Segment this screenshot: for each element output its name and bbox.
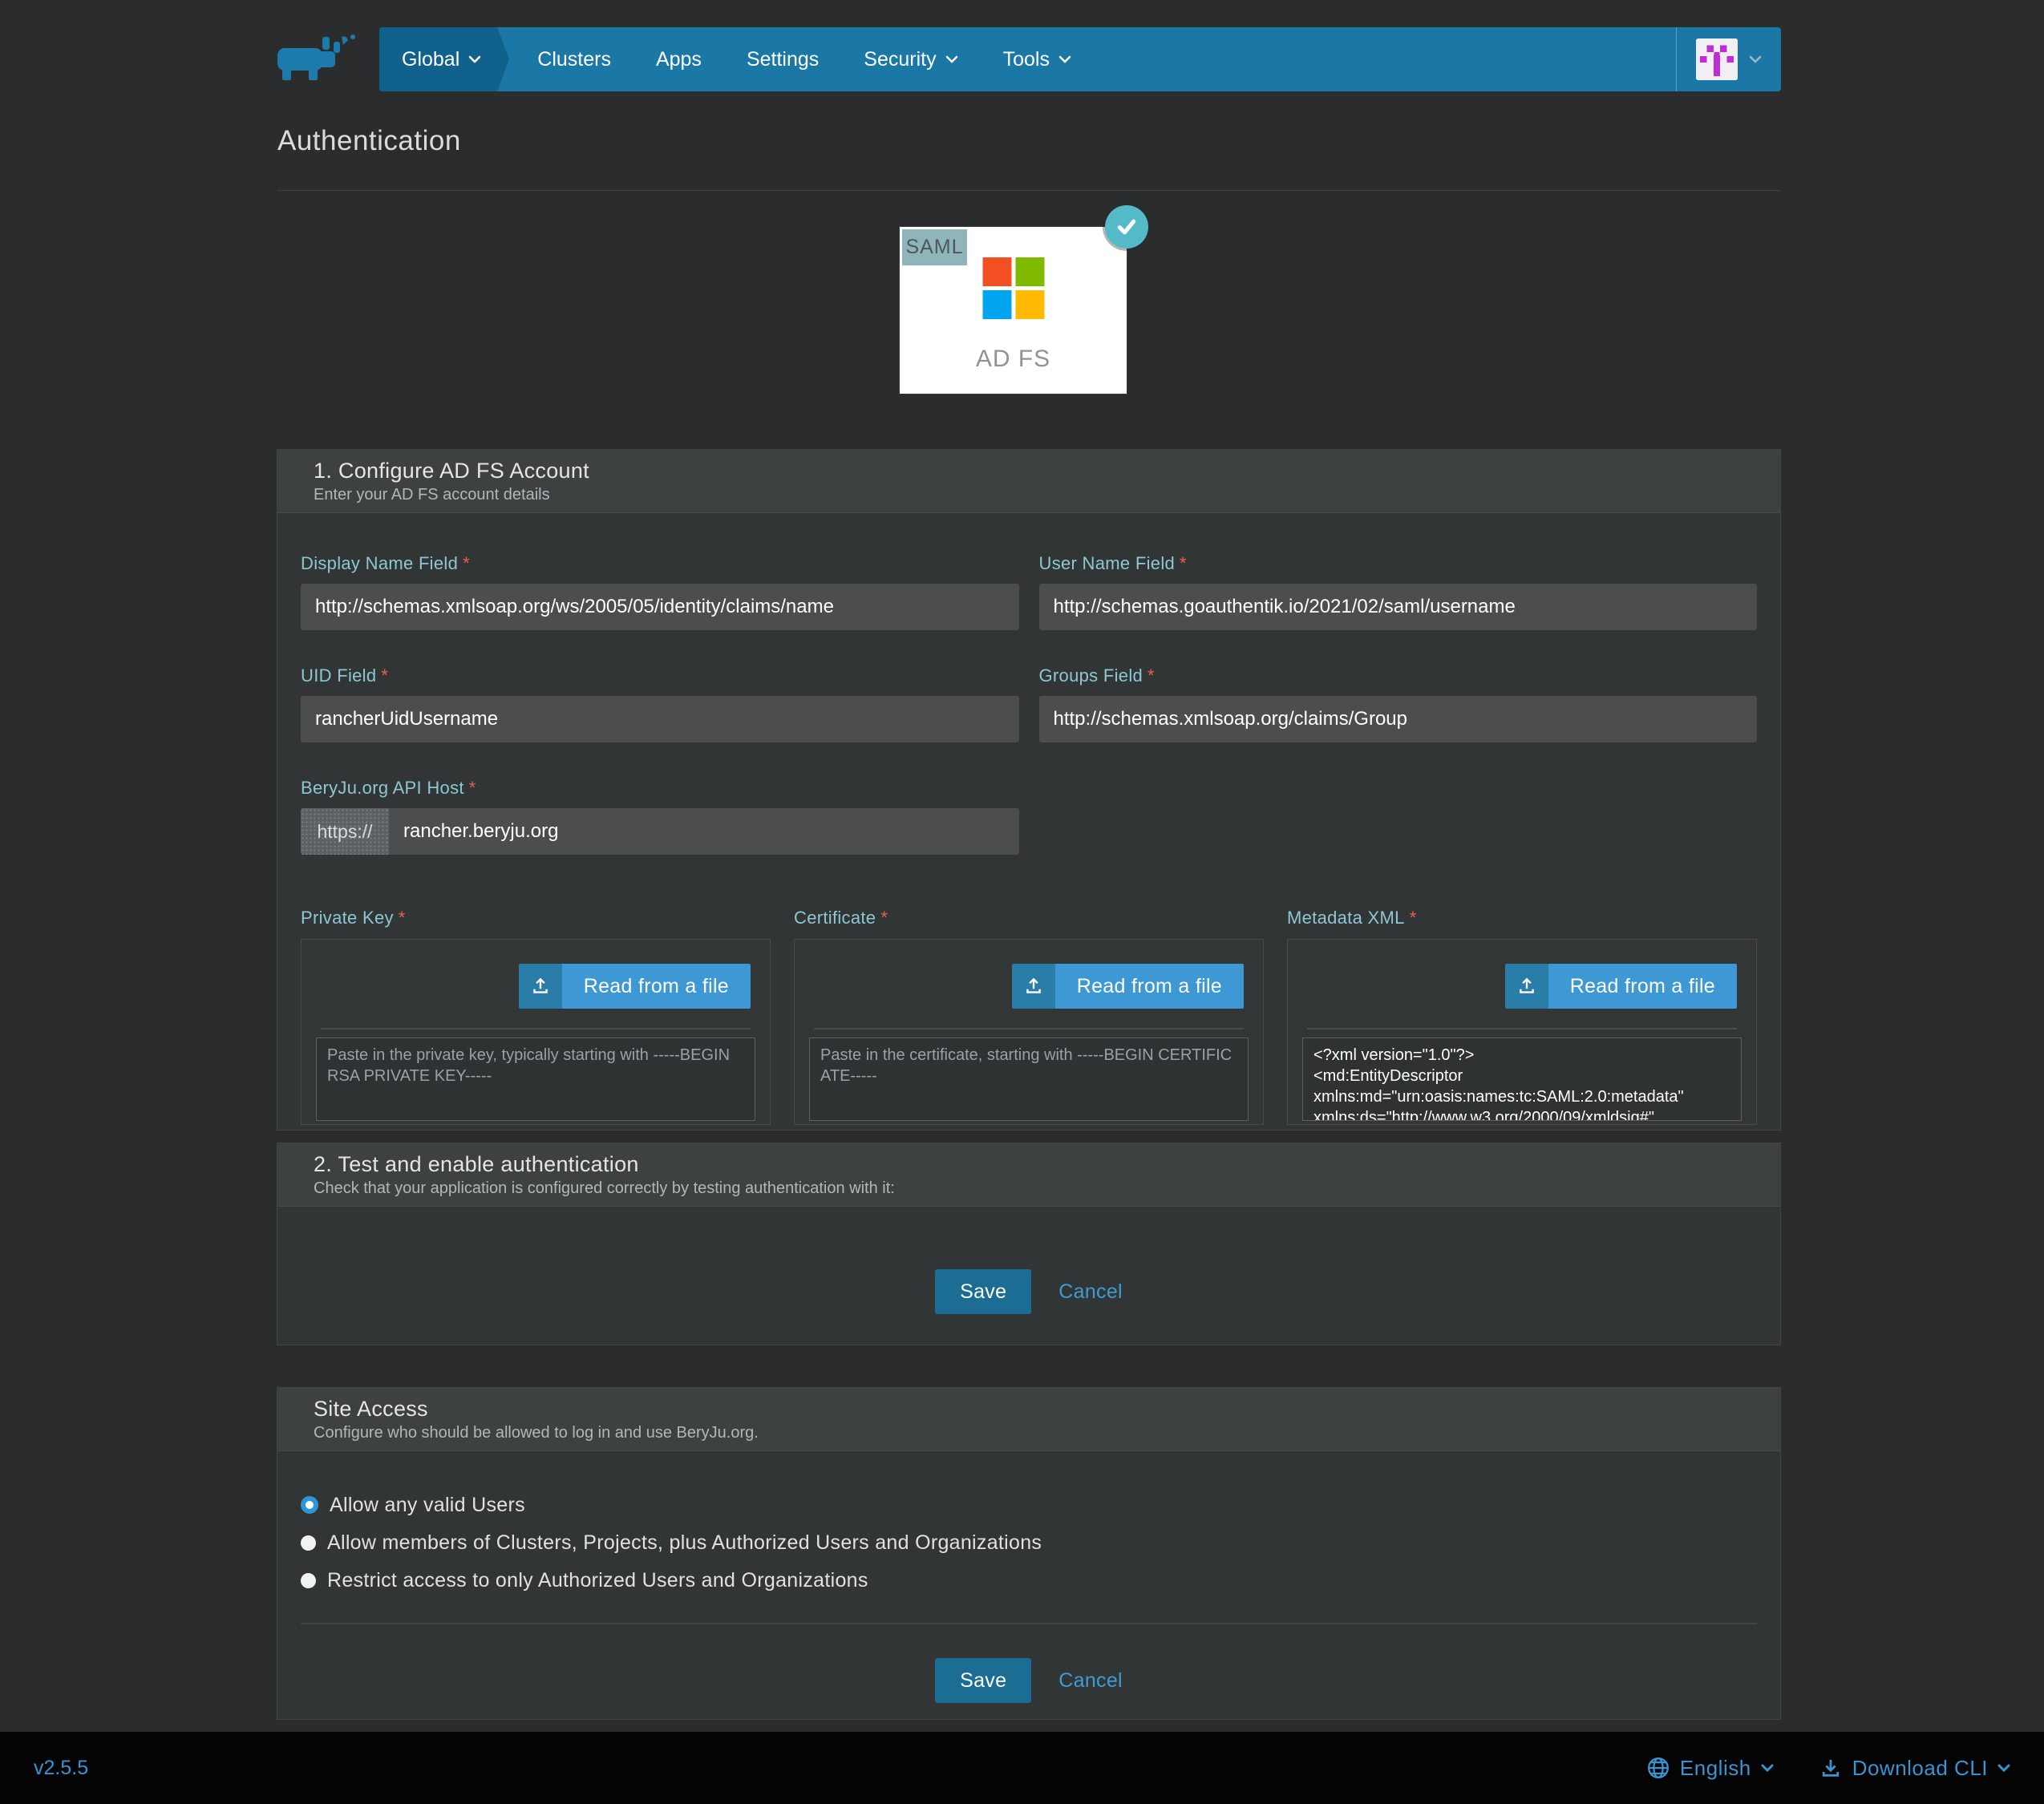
section-subtitle: Configure who should be allowed to log i… xyxy=(314,1424,1744,1442)
nav-item-tools[interactable]: Tools xyxy=(981,27,1094,91)
private-key-textarea[interactable] xyxy=(316,1038,755,1121)
divider xyxy=(321,1028,751,1029)
private-key-box: Read from a file xyxy=(301,939,771,1125)
certificate-box: Read from a file xyxy=(794,939,1264,1125)
section-subtitle: Check that your application is configure… xyxy=(314,1179,1744,1198)
radio-button-icon xyxy=(301,1573,316,1588)
microsoft-logo-icon xyxy=(982,257,1044,319)
auth-provider-card-adfs[interactable]: SAML AD FS xyxy=(900,227,1127,394)
nav-item-global[interactable]: Global xyxy=(379,27,497,91)
footer: v2.5.5 English Download CLI xyxy=(0,1732,2044,1804)
chevron-down-icon xyxy=(468,55,481,63)
divider xyxy=(1307,1028,1737,1029)
read-from-file-label: Read from a file xyxy=(1548,964,1737,1009)
section-header: 1. Configure AD FS Account Enter your AD… xyxy=(277,450,1780,513)
metadata-xml-textarea[interactable]: <?xml version="1.0"?> <md:EntityDescript… xyxy=(1302,1038,1742,1121)
read-from-file-button[interactable]: Read from a file xyxy=(519,964,751,1009)
selected-check-icon xyxy=(1105,205,1148,249)
radio-allow-members-clusters-projects[interactable]: Allow members of Clusters, Projects, plu… xyxy=(301,1531,1757,1555)
certificate-textarea[interactable] xyxy=(809,1038,1249,1121)
divider xyxy=(814,1028,1244,1029)
saml-badge: SAML xyxy=(902,229,967,265)
api-host-label: BeryJu.org API Host xyxy=(301,778,464,798)
section-header: 2. Test and enable authentication Check … xyxy=(277,1143,1780,1207)
read-from-file-button[interactable]: Read from a file xyxy=(1012,964,1244,1009)
test-authentication-section: 2. Test and enable authentication Check … xyxy=(277,1143,1781,1345)
https-prefix: https:// xyxy=(301,808,389,855)
cancel-link[interactable]: Cancel xyxy=(1058,1280,1123,1304)
chevron-down-icon xyxy=(945,55,958,63)
upload-icon xyxy=(1505,964,1548,1009)
read-from-file-label: Read from a file xyxy=(562,964,751,1009)
section-subtitle: Enter your AD FS account details xyxy=(314,486,1744,504)
radio-button-icon xyxy=(301,1535,316,1551)
chevron-down-icon xyxy=(1749,55,1762,63)
metadata-xml-box: Read from a file <?xml version="1.0"?> <… xyxy=(1287,939,1757,1125)
radio-allow-any-valid-users[interactable]: Allow any valid Users xyxy=(301,1493,1757,1517)
section-header: Site Access Configure who should be allo… xyxy=(277,1388,1780,1451)
page-title: Authentication xyxy=(277,125,461,157)
read-from-file-label: Read from a file xyxy=(1055,964,1244,1009)
user-menu[interactable] xyxy=(1676,27,1781,91)
provider-name: AD FS xyxy=(900,346,1127,373)
radio-button-icon xyxy=(301,1496,318,1514)
required-marker: * xyxy=(1410,908,1417,928)
divider xyxy=(301,1623,1757,1624)
chevron-down-icon xyxy=(1997,1764,2010,1772)
certificate-label: Certificate xyxy=(794,908,876,928)
required-marker: * xyxy=(880,908,888,928)
display-name-field-input[interactable] xyxy=(301,584,1019,630)
cancel-link[interactable]: Cancel xyxy=(1058,1669,1123,1693)
uid-field-label: UID Field xyxy=(301,665,376,686)
groups-field-label: Groups Field xyxy=(1039,665,1143,686)
required-marker: * xyxy=(381,665,388,686)
save-button[interactable]: Save xyxy=(935,1269,1031,1314)
radio-restrict-authorized-only[interactable]: Restrict access to only Authorized Users… xyxy=(301,1568,1757,1592)
required-marker: * xyxy=(1147,665,1155,686)
section-title: 2. Test and enable authentication xyxy=(314,1152,1744,1177)
required-marker: * xyxy=(463,553,470,573)
uid-field-input[interactable] xyxy=(301,696,1019,742)
user-name-field-input[interactable] xyxy=(1039,584,1758,630)
download-icon xyxy=(1819,1756,1843,1780)
required-marker: * xyxy=(399,908,406,928)
nav-item-apps[interactable]: Apps xyxy=(633,27,724,91)
required-marker: * xyxy=(1180,553,1187,573)
display-name-field-label: Display Name Field xyxy=(301,553,458,573)
rancher-logo[interactable] xyxy=(276,32,359,83)
nav-item-clusters[interactable]: Clusters xyxy=(515,27,633,91)
api-host-input[interactable] xyxy=(389,808,1019,855)
user-name-field-label: User Name Field xyxy=(1039,553,1176,573)
divider xyxy=(277,190,1781,191)
metadata-xml-label: Metadata XML xyxy=(1287,908,1405,928)
nav-item-settings[interactable]: Settings xyxy=(724,27,841,91)
site-access-section: Site Access Configure who should be allo… xyxy=(277,1387,1781,1720)
save-button[interactable]: Save xyxy=(935,1658,1031,1703)
upload-icon xyxy=(1012,964,1055,1009)
upload-icon xyxy=(519,964,562,1009)
user-avatar-identicon xyxy=(1696,38,1738,80)
private-key-label: Private Key xyxy=(301,908,394,928)
section-title: 1. Configure AD FS Account xyxy=(314,459,1744,483)
configure-adfs-section: 1. Configure AD FS Account Enter your AD… xyxy=(277,449,1781,1131)
nav-item-label: Global xyxy=(402,48,459,71)
section-title: Site Access xyxy=(314,1397,1744,1422)
download-cli-menu[interactable]: Download CLI xyxy=(1819,1756,2010,1781)
read-from-file-button[interactable]: Read from a file xyxy=(1505,964,1737,1009)
chevron-down-icon xyxy=(1058,55,1071,63)
required-marker: * xyxy=(469,778,476,798)
groups-field-input[interactable] xyxy=(1039,696,1758,742)
nav-item-security[interactable]: Security xyxy=(841,27,980,91)
version-link[interactable]: v2.5.5 xyxy=(34,1757,88,1780)
chevron-down-icon xyxy=(1761,1764,1774,1772)
top-navbar: Global Clusters Apps Settings Security T… xyxy=(379,27,1781,91)
globe-icon xyxy=(1646,1756,1670,1780)
language-selector[interactable]: English xyxy=(1646,1756,1774,1781)
